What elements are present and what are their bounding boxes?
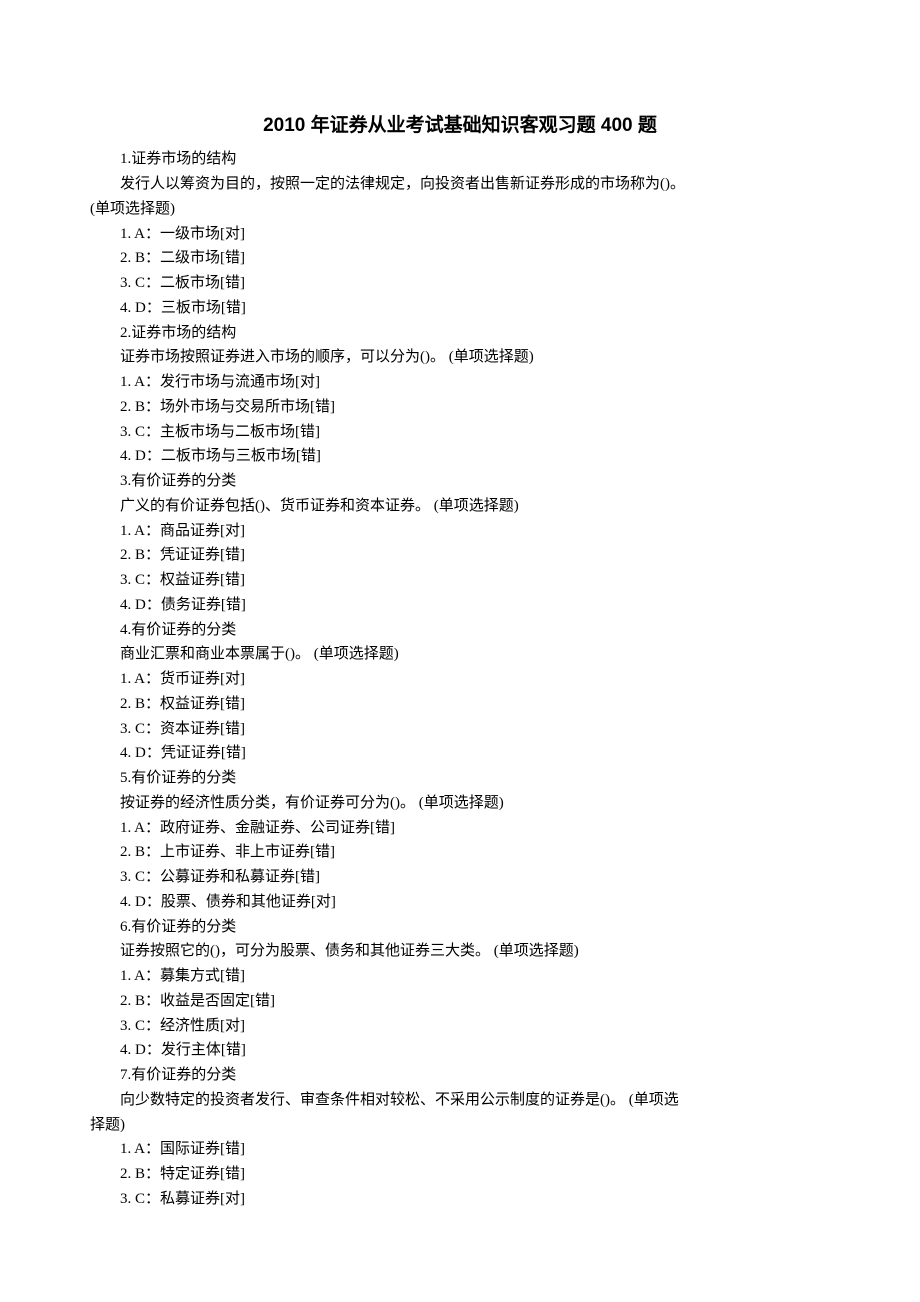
document-body: 1.证券市场的结构发行人以筹资为目的，按照一定的法律规定，向投资者出售新证券形成…: [90, 147, 830, 1211]
text-line: 发行人以筹资为目的，按照一定的法律规定，向投资者出售新证券形成的市场称为()。: [90, 172, 830, 197]
text-line: 2. B：场外市场与交易所市场[错]: [90, 395, 830, 420]
text-line: 2.证券市场的结构: [90, 321, 830, 346]
text-line: 3. C：二板市场[错]: [90, 271, 830, 296]
text-line: 证券市场按照证券进入市场的顺序，可以分为()。 (单项选择题): [90, 345, 830, 370]
text-line: 1. A：国际证券[错]: [90, 1137, 830, 1162]
text-line: 2. B：凭证证券[错]: [90, 543, 830, 568]
document-page: 2010 年证券从业考试基础知识客观习题 400 题 1.证券市场的结构发行人以…: [0, 0, 920, 1302]
text-line: 4. D：发行主体[错]: [90, 1038, 830, 1063]
text-line: 4. D：三板市场[错]: [90, 296, 830, 321]
text-line: 7.有价证券的分类: [90, 1063, 830, 1088]
text-line: 3. C：权益证券[错]: [90, 568, 830, 593]
text-line: 1. A：募集方式[错]: [90, 964, 830, 989]
text-line: 3. C：主板市场与二板市场[错]: [90, 420, 830, 445]
text-line: 广义的有价证券包括()、货币证券和资本证券。 (单项选择题): [90, 494, 830, 519]
text-line: 2. B：权益证券[错]: [90, 692, 830, 717]
text-line: 3. C：经济性质[对]: [90, 1014, 830, 1039]
text-line: (单项选择题): [90, 197, 830, 222]
text-line: 商业汇票和商业本票属于()。 (单项选择题): [90, 642, 830, 667]
text-line: 按证券的经济性质分类，有价证券可分为()。 (单项选择题): [90, 791, 830, 816]
text-line: 4. D：二板市场与三板市场[错]: [90, 444, 830, 469]
text-line: 证券按照它的()，可分为股票、债务和其他证券三大类。 (单项选择题): [90, 939, 830, 964]
text-line: 6.有价证券的分类: [90, 915, 830, 940]
text-line: 3.有价证券的分类: [90, 469, 830, 494]
text-line: 4. D：股票、债券和其他证券[对]: [90, 890, 830, 915]
text-line: 5.有价证券的分类: [90, 766, 830, 791]
text-line: 3. C：公募证券和私募证券[错]: [90, 865, 830, 890]
text-line: 1. A：货币证券[对]: [90, 667, 830, 692]
text-line: 4.有价证券的分类: [90, 618, 830, 643]
text-line: 1. A：商品证券[对]: [90, 519, 830, 544]
text-line: 2. B：二级市场[错]: [90, 246, 830, 271]
text-line: 4. D：债务证券[错]: [90, 593, 830, 618]
text-line: 1. A：一级市场[对]: [90, 222, 830, 247]
text-line: 2. B：收益是否固定[错]: [90, 989, 830, 1014]
text-line: 1. A：政府证券、金融证券、公司证券[错]: [90, 816, 830, 841]
text-line: 2. B：特定证券[错]: [90, 1162, 830, 1187]
text-line: 择题): [90, 1113, 830, 1138]
document-title: 2010 年证券从业考试基础知识客观习题 400 题: [90, 110, 830, 141]
text-line: 向少数特定的投资者发行、审查条件相对较松、不采用公示制度的证券是()。 (单项选: [90, 1088, 830, 1113]
text-line: 2. B：上市证券、非上市证券[错]: [90, 840, 830, 865]
text-line: 1.证券市场的结构: [90, 147, 830, 172]
text-line: 1. A：发行市场与流通市场[对]: [90, 370, 830, 395]
text-line: 4. D：凭证证券[错]: [90, 741, 830, 766]
text-line: 3. C：资本证券[错]: [90, 717, 830, 742]
text-line: 3. C：私募证券[对]: [90, 1187, 830, 1212]
